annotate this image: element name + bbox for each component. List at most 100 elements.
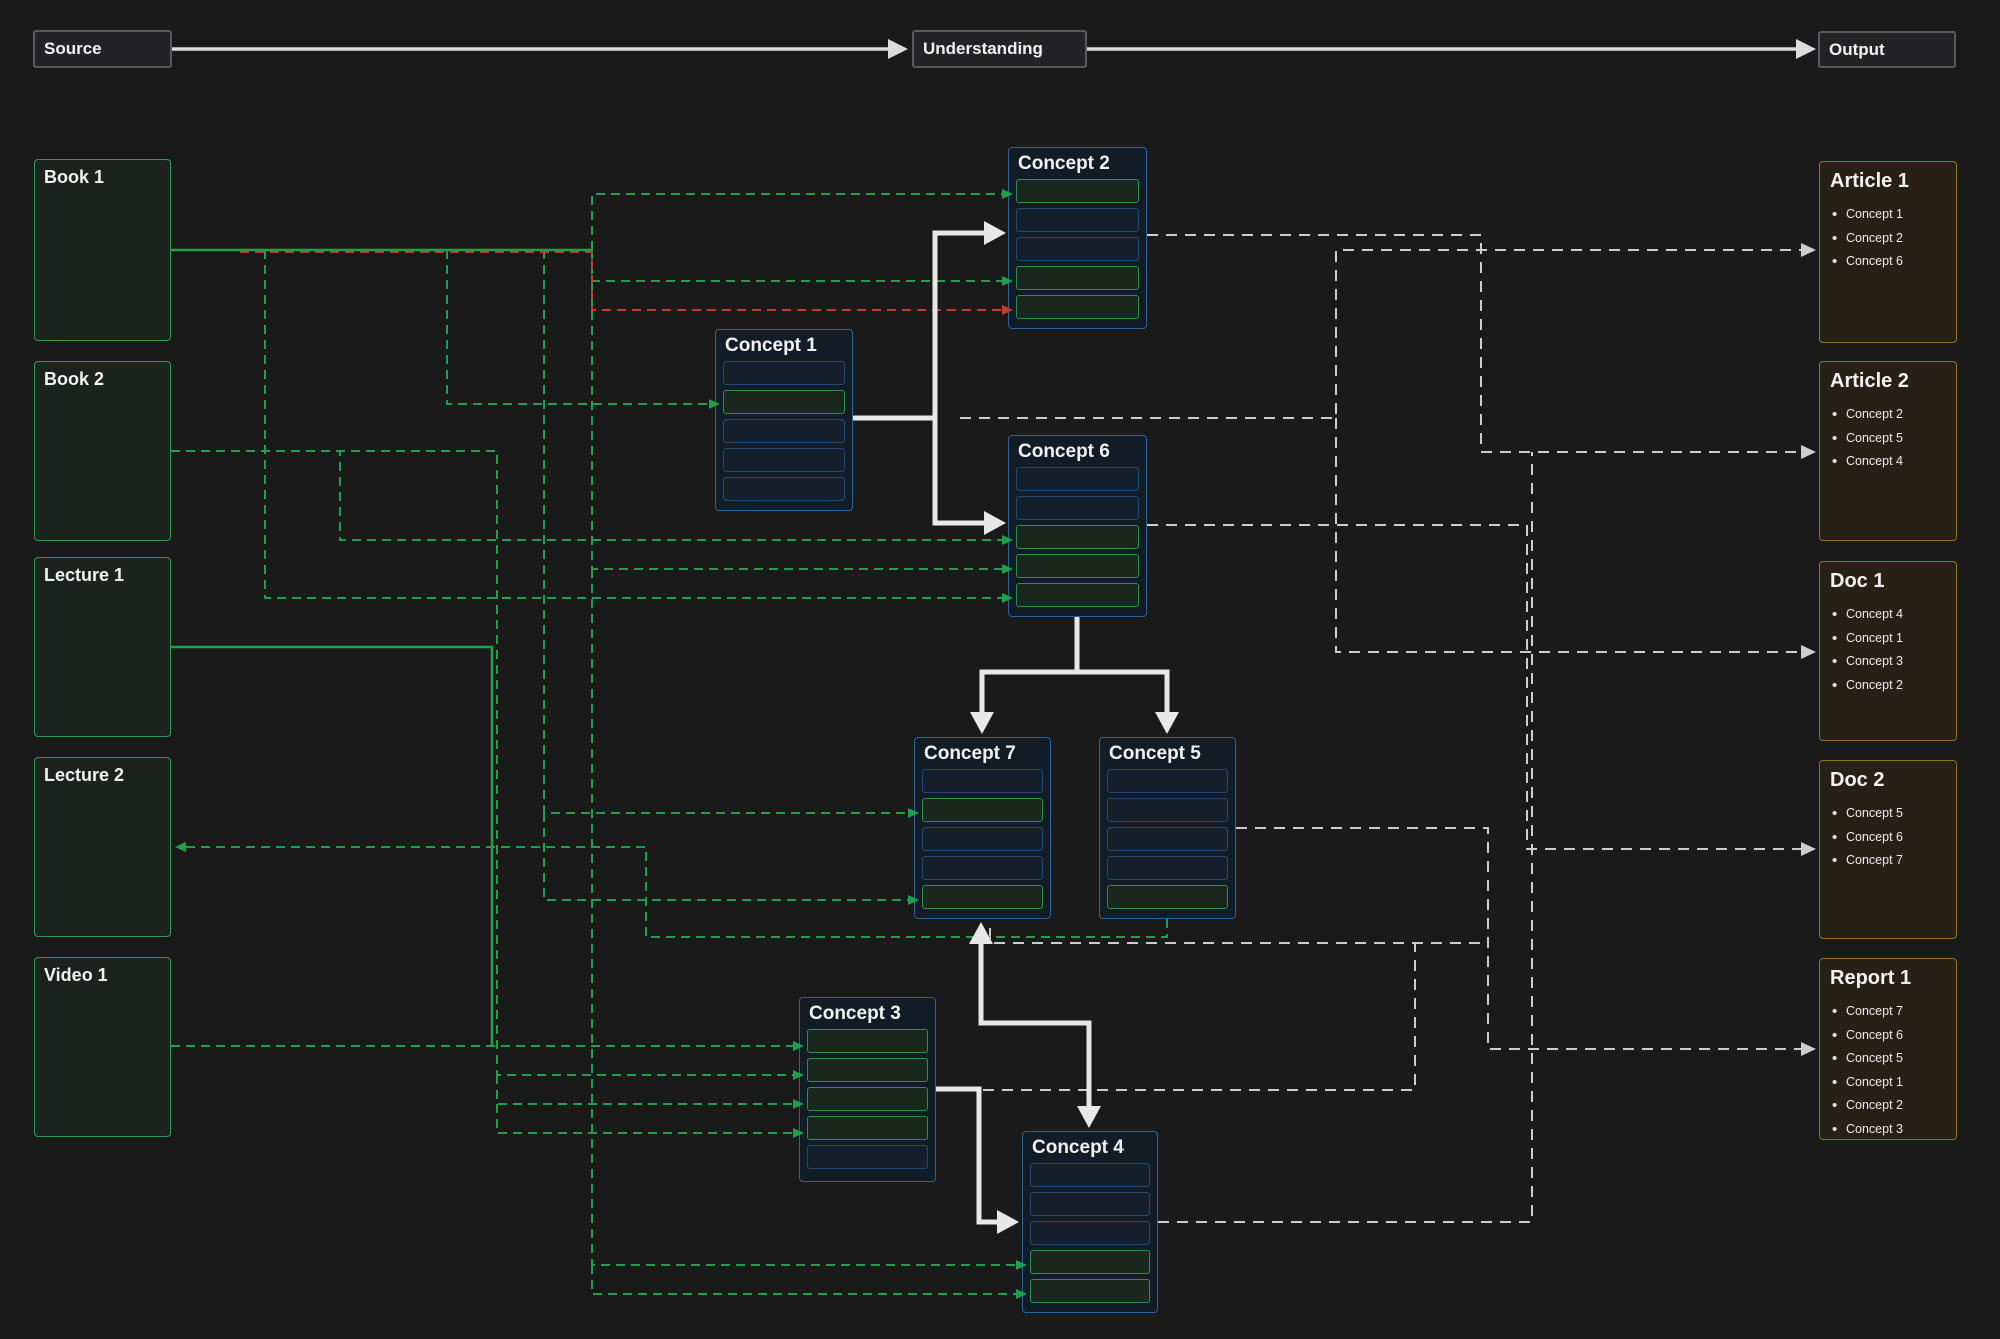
concept-row-concept-5-5 (1107, 885, 1228, 909)
concept-node-concept-4: Concept 4 (1022, 1131, 1158, 1313)
source-label-book-2: Book 2 (35, 362, 170, 390)
output-title-doc-2: Doc 2 (1820, 761, 1956, 792)
edge-concept1-concept6 (935, 418, 1006, 535)
concept-row-concept-1-3 (723, 419, 845, 443)
output-list-report-1: Concept 7Concept 6Concept 5Concept 1Conc… (1820, 1000, 1956, 1141)
output-item: Concept 4 (1846, 603, 1956, 627)
concept-rows-concept-6 (1009, 467, 1146, 607)
output-item: Concept 7 (1846, 849, 1956, 873)
edge-concept5-report1 (1236, 828, 1816, 1056)
edge-book2-concept3-row2 (171, 451, 804, 1080)
edge-concept3-outputs (983, 943, 1415, 1090)
edge-book1-concept7-row5 (544, 813, 919, 905)
concept-row-concept-1-1 (723, 361, 845, 385)
source-node-lecture-1: Lecture 1 (34, 557, 171, 737)
stage-label-output: Output (1820, 40, 1885, 60)
concept-title-concept-4: Concept 4 (1023, 1132, 1157, 1163)
output-node-report-1: Report 1Concept 7Concept 6Concept 5Conce… (1819, 958, 1957, 1140)
concept-row-concept-3-3 (807, 1087, 928, 1111)
concept-row-concept-1-2 (723, 390, 845, 414)
edge-book1-concept2-row1 (592, 189, 1013, 250)
concept-title-concept-7: Concept 7 (915, 738, 1050, 769)
source-node-book-2: Book 2 (34, 361, 171, 541)
source-label-video-1: Video 1 (35, 958, 170, 986)
edge-concept3-concept4 (936, 1089, 1019, 1234)
concept-row-concept-4-2 (1030, 1192, 1150, 1216)
edge-trunk-doc1 (1336, 418, 1816, 659)
concept-node-concept-7: Concept 7 (914, 737, 1051, 919)
edge-book1-concept4-row5 (592, 1265, 1027, 1299)
output-title-doc-1: Doc 1 (1820, 562, 1956, 593)
concept-title-concept-6: Concept 6 (1009, 436, 1146, 467)
concept-row-concept-6-2 (1016, 496, 1139, 520)
source-node-lecture-2: Lecture 2 (34, 757, 171, 937)
output-list-article-1: Concept 1Concept 2Concept 6 (1820, 203, 1956, 274)
edge-book1-concept6-row5 (265, 250, 1013, 603)
output-node-article-1: Article 1 Concept 1Concept 2Concept 6 (1819, 161, 1957, 343)
concept-title-concept-3: Concept 3 (800, 998, 935, 1029)
output-node-doc-1: Doc 1 Concept 4Concept 1Concept 3Concept … (1819, 561, 1957, 741)
output-item: Concept 5 (1846, 427, 1956, 451)
concept-row-concept-4-1 (1030, 1163, 1150, 1187)
concept-row-concept-6-3 (1016, 525, 1139, 549)
concept-row-concept-5-2 (1107, 798, 1228, 822)
concept-row-concept-7-3 (922, 827, 1043, 851)
concept-row-concept-2-2 (1016, 208, 1139, 232)
edge-video1-concept3-row1 (171, 1041, 804, 1051)
concept-row-concept-5-3 (1107, 827, 1228, 851)
stage-label-understanding: Understanding (914, 39, 1043, 59)
edge-book1-concept2-row5-red (240, 252, 1013, 315)
edge-concept6-doc2 (1147, 525, 1816, 856)
concept-rows-concept-2 (1009, 179, 1146, 319)
output-item: Concept 2 (1846, 227, 1956, 251)
source-node-book-1: Book 1 (34, 159, 171, 341)
concept-row-concept-6-1 (1016, 467, 1139, 491)
concept-row-concept-3-2 (807, 1058, 928, 1082)
edge-concept6-concept5 (1077, 672, 1179, 734)
output-item: Concept 1 (1846, 627, 1956, 651)
output-list-doc-1: Concept 4Concept 1Concept 3Concept 2 (1820, 603, 1956, 697)
concept-row-concept-1-5 (723, 477, 845, 501)
edge-source-understanding (172, 39, 908, 59)
output-node-article-2: Article 2Concept 2Concept 5Concept 4 (1819, 361, 1957, 541)
concept-row-concept-2-4 (1016, 266, 1139, 290)
edge-book1-concept1-row2 (447, 250, 720, 409)
edge-understanding-output (1087, 39, 1816, 59)
output-item: Concept 5 (1846, 1047, 1956, 1071)
concept-title-concept-2: Concept 2 (1009, 148, 1146, 179)
concept-row-concept-7-2 (922, 798, 1043, 822)
concept-rows-concept-3 (800, 1029, 935, 1169)
output-item: Concept 3 (1846, 1118, 1956, 1142)
concept-node-concept-3: Concept 3 (799, 997, 936, 1182)
output-item: Concept 2 (1846, 403, 1956, 427)
output-item: Concept 1 (1846, 203, 1956, 227)
edge-lecture1-trunk (171, 647, 492, 1045)
output-item: Concept 6 (1846, 250, 1956, 274)
concept-row-concept-3-4 (807, 1116, 928, 1140)
concept-rows-concept-1 (716, 361, 852, 501)
source-label-lecture-1: Lecture 1 (35, 558, 170, 586)
output-item: Concept 2 (1846, 1094, 1956, 1118)
source-node-video-1: Video 1 (34, 957, 171, 1137)
edge-book1-concept2-row4 (592, 250, 1013, 286)
edges-layer (0, 0, 2000, 1339)
output-item: Concept 7 (1846, 1000, 1956, 1024)
concept-row-concept-4-4 (1030, 1250, 1150, 1274)
concept-row-concept-2-1 (1016, 179, 1139, 203)
stage-label-source: Source (35, 39, 102, 59)
concept-rows-concept-4 (1023, 1163, 1157, 1303)
output-item: Concept 5 (1846, 802, 1956, 826)
concept-row-concept-7-4 (922, 856, 1043, 880)
output-item: Concept 6 (1846, 826, 1956, 850)
concept-row-concept-3-1 (807, 1029, 928, 1053)
stage-source: Source (33, 30, 172, 68)
edge-concept7-outputs (990, 928, 1488, 943)
edge-book2-concept3-row3 (497, 1075, 804, 1109)
edge-concept6-concept7 (970, 617, 1077, 734)
output-item: Concept 1 (1846, 1071, 1956, 1095)
concept-title-concept-1: Concept 1 (716, 330, 852, 361)
output-list-article-2: Concept 2Concept 5Concept 4 (1820, 403, 1956, 474)
concept-rows-concept-7 (915, 769, 1050, 909)
output-title-article-1: Article 1 (1820, 162, 1956, 193)
output-node-doc-2: Doc 2 Concept 5Concept 6Concept 7 (1819, 760, 1957, 939)
